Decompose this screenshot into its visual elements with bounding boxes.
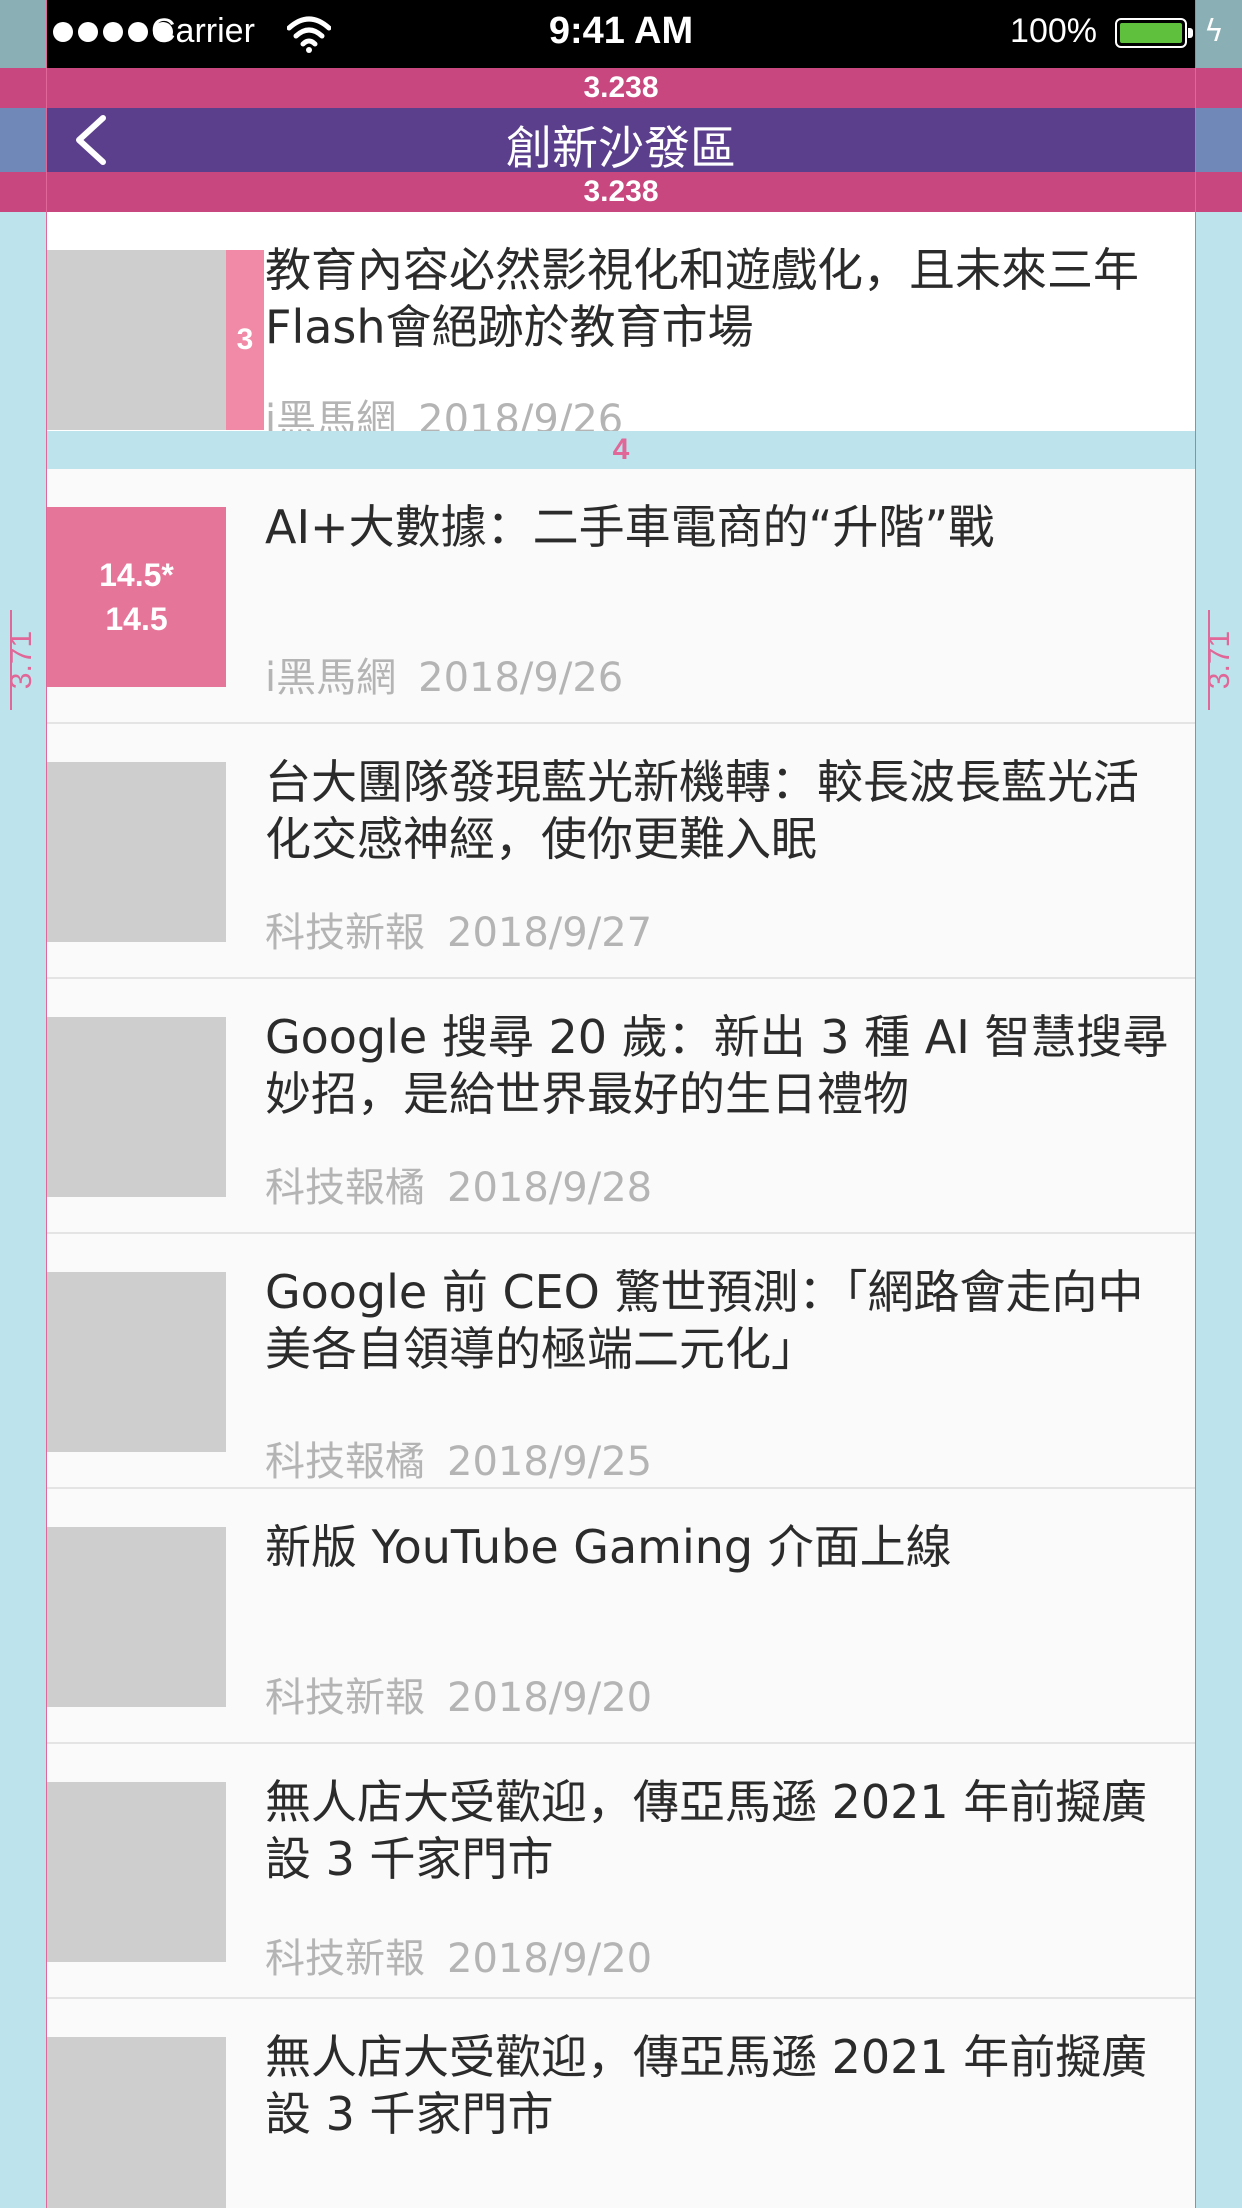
nav-spacing-bottom: 3.238 [47,172,1195,212]
article-thumbnail [47,762,226,942]
article-thumbnail [47,1527,226,1707]
charging-bolt-icon: ϟ [1204,14,1224,49]
article-source: i黑馬網 [265,655,397,701]
article-date: 2018/9/20 [447,1936,653,1982]
list-item[interactable]: Google 前 CEO 驚世預測：「網路會走向中美各自領導的極端二元化」 科技… [47,1234,1195,1489]
nav-bar: 創新沙發區 [47,108,1195,175]
list-item[interactable]: 台大團隊發現藍光新機轉：較長波長藍光活化交感神經，使你更難入眠 科技新報 2018… [47,724,1195,979]
article-source: 科技新報 [265,910,425,956]
nav-spacing-top: 3.238 [47,68,1195,108]
status-bar: Carrier 9:41 AM 100% [47,0,1195,68]
list-item[interactable]: Google 搜尋 20 歲：新出 3 種 AI 智慧搜尋妙招，是給世界最好的生… [47,979,1195,1234]
right-margin-measure: 3.71 [1202,610,1238,710]
left-margin-measure: 3.71 [4,610,40,710]
article-meta: i黑馬網 2018/9/26 [265,645,623,703]
spacer-annotation: 3 [226,250,264,430]
article-thumbnail: 14.5* 14.5 [47,507,226,687]
battery-percent: 100% [1010,12,1097,50]
article-thumbnail [47,250,226,430]
article-title: 無人店大受歡迎，傳亞馬遜 2021 年前擬廣設 3 千家門市 [265,1775,1148,1886]
list-item[interactable]: 新版 YouTube Gaming 介面上線 科技新報 2018/9/20 [47,1489,1195,1744]
article-list[interactable]: 4 3 教育內容必然影視化和遊戲化，且未來三年Flash會絕跡於教育市場 i黑馬… [47,212,1195,2208]
thumb-size-height: 14.5 [105,601,168,637]
list-item[interactable]: 3 教育內容必然影視化和遊戲化，且未來三年Flash會絕跡於教育市場 i黑馬網 2… [47,212,1195,443]
right-margin-guide [1195,0,1242,2208]
guide-spacing-band [1195,172,1242,212]
article-title: 新版 YouTube Gaming 介面上線 [265,1520,952,1574]
right-margin-value: 3.71 [1203,630,1236,690]
article-meta: 科技新報 2018/9/20 [265,1665,652,1723]
article-source: 科技新報 [265,1675,425,1721]
article-meta: 科技新報 2018/9/27 [265,900,652,958]
page-title: 創新沙發區 [506,121,736,175]
list-item[interactable]: 14.5* 14.5 AI+大數據：二手車電商的“升階”戰 i黑馬網 2018/9… [47,469,1195,724]
article-title: Google 前 CEO 驚世預測：「網路會走向中美各自領導的極端二元化」 [265,1265,1144,1376]
article-title: 教育內容必然影視化和遊戲化，且未來三年Flash會絕跡於教育市場 [265,243,1139,354]
article-date: 2018/9/27 [447,910,653,956]
article-title: 台大團隊發現藍光新機轉：較長波長藍光活化交感神經，使你更難入眠 [265,755,1139,866]
left-margin-guide [0,0,47,2208]
article-meta: 科技報橘 2018/9/25 [265,1429,652,1487]
article-meta: 科技報橘 2018/9/28 [265,1155,652,1213]
article-source: 科技新報 [265,1936,425,1982]
article-date: 2018/9/26 [418,655,624,701]
article-date: 2018/9/20 [447,1675,653,1721]
list-item[interactable]: 無人店大受歡迎，傳亞馬遜 2021 年前擬廣設 3 千家門市 [47,1999,1195,2208]
article-thumbnail [47,2037,226,2208]
article-title: 無人店大受歡迎，傳亞馬遜 2021 年前擬廣設 3 千家門市 [265,2030,1148,2141]
article-source: 科技報橘 [265,1165,425,1211]
battery-icon [1115,18,1193,48]
thumb-size-width: 14.5* [99,557,174,593]
article-title: AI+大數據：二手車電商的“升階”戰 [265,500,995,554]
article-meta: 科技新報 2018/9/20 [265,1926,652,1984]
article-thumbnail [47,1782,226,1962]
gap-annotation: 4 [47,431,1195,469]
guide-spacing-band [0,172,47,212]
guide-nav-band [0,108,47,172]
article-date: 2018/9/28 [447,1165,653,1211]
guide-spacing-band [0,68,47,108]
guide-spacing-band [1195,68,1242,108]
left-margin-value: 3.71 [5,630,38,690]
guide-status-band [0,0,47,68]
article-thumbnail [47,1272,226,1452]
article-source: 科技報橘 [265,1439,425,1485]
list-item[interactable]: 無人店大受歡迎，傳亞馬遜 2021 年前擬廣設 3 千家門市 科技新報 2018/… [47,1744,1195,1999]
article-thumbnail [47,1017,226,1197]
article-title: Google 搜尋 20 歲：新出 3 種 AI 智慧搜尋妙招，是給世界最好的生… [265,1010,1169,1121]
article-date: 2018/9/25 [447,1439,653,1485]
guide-nav-band [1195,108,1242,172]
